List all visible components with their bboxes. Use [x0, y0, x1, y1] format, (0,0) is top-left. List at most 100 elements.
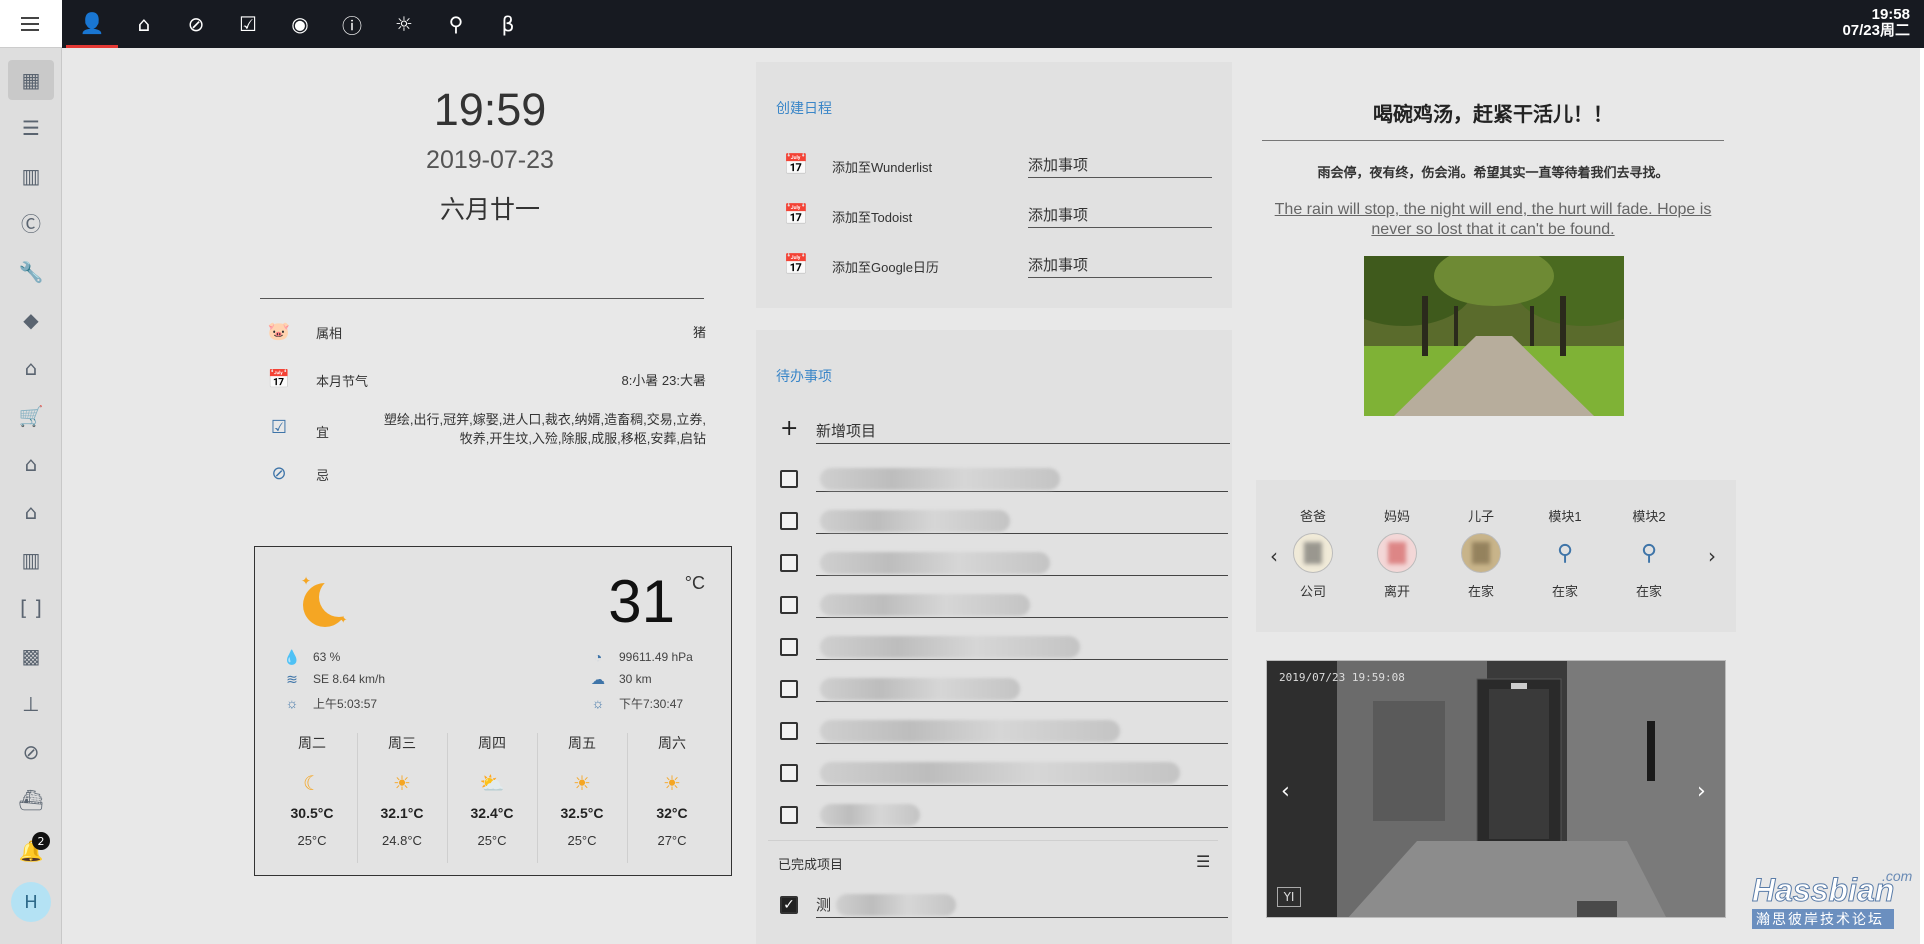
todo-item[interactable] — [780, 546, 1230, 582]
sidebar-item-brackets[interactable]: [ ] — [0, 584, 62, 632]
notifications-button[interactable]: 🔔 2 — [0, 828, 62, 874]
map-marker-icon: ⚲ — [1640, 540, 1658, 565]
almanac-value: 塑绘,出行,冠笄,嫁娶,进人口,裁衣,纳婿,造畜稠,交易,立券,牧养,开生坟,入… — [383, 412, 706, 446]
checkbox[interactable] — [780, 764, 798, 782]
clock-time: 19:59 — [433, 84, 547, 135]
completed-item[interactable]: ✓ 测 — [780, 888, 1230, 924]
sidebar-item-c[interactable]: Ⓒ — [0, 200, 62, 248]
person-badge[interactable]: 模块1 ⚲ 在家 — [1530, 506, 1600, 600]
tab-home[interactable]: ⌂ — [118, 0, 170, 48]
notification-badge: 2 — [32, 832, 50, 850]
schedule-label: 添加至Google日历 — [832, 260, 939, 275]
sidebar-item-home-settings[interactable]: ⌂ — [0, 440, 62, 488]
tab-info[interactable]: ⓘ — [326, 0, 378, 48]
tab-webcam[interactable]: ◉ — [274, 0, 326, 48]
sidebar-item-fence[interactable]: ▥ — [0, 536, 62, 584]
checkbox[interactable] — [780, 680, 798, 698]
checkbox[interactable] — [780, 596, 798, 614]
tab-compass[interactable]: ⊘ — [170, 0, 222, 48]
todo-item[interactable] — [780, 714, 1230, 750]
checkbox[interactable] — [780, 722, 798, 740]
tree-lane-image — [1364, 256, 1624, 416]
visibility-value: 30 km — [619, 672, 652, 686]
menu-button[interactable] — [0, 0, 62, 48]
sidebar-item-list[interactable]: ☰ — [0, 104, 62, 152]
tab-brightness[interactable]: ☼ — [378, 0, 430, 48]
directions-icon: ◆ — [23, 307, 39, 332]
sidebar-item-home[interactable]: ⌂ — [0, 488, 62, 536]
sidebar-item-ship[interactable]: ⛴ — [0, 776, 62, 824]
clear-completed-icon[interactable]: ☰ — [1196, 852, 1210, 871]
person-avatar — [1377, 533, 1417, 573]
person-avatar — [1293, 533, 1333, 573]
todo-item-text — [816, 462, 1228, 492]
quote-english[interactable]: The rain will stop, the night will end, … — [1262, 200, 1724, 240]
carousel-prev-icon[interactable]: ‹ — [1270, 544, 1278, 568]
checkbox[interactable] — [780, 806, 798, 824]
todo-item[interactable] — [780, 672, 1230, 708]
todo-item[interactable] — [780, 588, 1230, 624]
add-todo-input[interactable]: 新增项目 — [816, 414, 1230, 444]
sidebar-item-cart[interactable]: 🛒 — [0, 392, 62, 440]
person-badge[interactable]: 模块2 ⚲ 在家 — [1614, 506, 1684, 600]
tab-map-marker[interactable]: ⚲ — [430, 0, 482, 48]
todo-item-text — [816, 504, 1228, 534]
sidebar-item-block[interactable]: ⊘ — [0, 728, 62, 776]
calendar-check-icon: 📅 — [783, 253, 809, 276]
sidebar-item-chip[interactable]: ▩ — [0, 632, 62, 680]
gauge-icon: ◔ — [593, 649, 603, 665]
divider — [1262, 140, 1724, 141]
sidebar-item-home-assistant[interactable]: ⌂ — [0, 344, 62, 392]
sidebar-item-directions[interactable]: ◆ — [0, 296, 62, 344]
tab-beta[interactable]: β — [482, 0, 534, 48]
person-badge[interactable]: 爸爸 公司 — [1278, 506, 1348, 600]
camera-feed[interactable]: 2019/07/23 19:59:08 ‹ › YI — [1266, 660, 1726, 918]
tab-calendar-check[interactable]: ☑ — [222, 0, 274, 48]
add-item-input[interactable]: 添加事项 — [1028, 248, 1212, 278]
sidebar-item-apps[interactable]: ▦ — [0, 56, 62, 104]
checkbox[interactable] — [780, 512, 798, 530]
todo-item[interactable] — [780, 798, 1230, 834]
forecast-day: 周五 ☀ 32.5°C 25°C — [537, 733, 627, 848]
todo-item[interactable] — [780, 630, 1230, 666]
ship-icon: ⛴ — [18, 787, 44, 812]
home-settings-icon: ⌂ — [24, 451, 38, 476]
current-temperature: 31 — [608, 568, 675, 635]
sidebar-item-wrench[interactable]: 🔧 — [0, 248, 62, 296]
forecast-day: 周四 ⛅ 32.4°C 25°C — [447, 733, 537, 848]
checkbox[interactable] — [780, 638, 798, 656]
wind-value: SE 8.64 km/h — [313, 672, 386, 686]
user-avatar[interactable]: H — [11, 882, 51, 922]
camera-prev-icon[interactable]: ‹ — [1281, 779, 1290, 804]
todo-item[interactable] — [780, 756, 1230, 792]
pressure: ◔ 99611.49 hPa — [589, 647, 693, 667]
tab-person[interactable]: 👤 — [66, 0, 118, 48]
checkbox-checked[interactable]: ✓ — [780, 896, 798, 914]
person-badge[interactable]: 妈妈 离开 — [1362, 506, 1432, 600]
person-name: 妈妈 — [1383, 509, 1410, 524]
forecast-day: 周二 ☾ 30.5°C 25°C — [267, 733, 357, 848]
calendar-check-icon: 📅 — [783, 203, 809, 226]
svg-text:✦: ✦ — [301, 574, 311, 588]
add-todo-row[interactable]: + 新增项目 — [780, 414, 1230, 450]
menu-icon — [21, 16, 39, 31]
scrollbar[interactable] — [1920, 48, 1924, 944]
todo-item[interactable] — [780, 462, 1230, 498]
add-item-input[interactable]: 添加事项 — [1028, 198, 1212, 228]
person-badge[interactable]: 儿子 在家 — [1446, 506, 1516, 600]
schedule-row: 📅 添加至Wunderlist 添加事项 — [782, 146, 1212, 186]
add-item-input[interactable]: 添加事项 — [1028, 148, 1212, 178]
almanac-label: 忌 — [316, 468, 330, 483]
weather-card[interactable]: ✦ ✦ 31 °C 💧 63 % ≋ SE 8.64 km/h ☼ 上午5:03:57… — [254, 546, 732, 876]
sidebar-item-chart[interactable]: ▥ — [0, 152, 62, 200]
night-moon-icon: ☾ — [303, 773, 321, 795]
sidebar-item-sitemap[interactable]: ⊥ — [0, 680, 62, 728]
carousel-next-icon[interactable]: › — [1708, 544, 1716, 568]
checkbox[interactable] — [780, 470, 798, 488]
camera-next-icon[interactable]: › — [1697, 779, 1706, 804]
todo-item[interactable] — [780, 504, 1230, 540]
checkbox[interactable] — [780, 554, 798, 572]
schedule-row: 📅 添加至Google日历 添加事项 — [782, 246, 1212, 286]
quote-chinese: 雨会停，夜有终，伤会消。希望其实一直等待着我们去寻找。 — [1317, 165, 1669, 180]
forecast-low: 25°C — [297, 833, 327, 848]
